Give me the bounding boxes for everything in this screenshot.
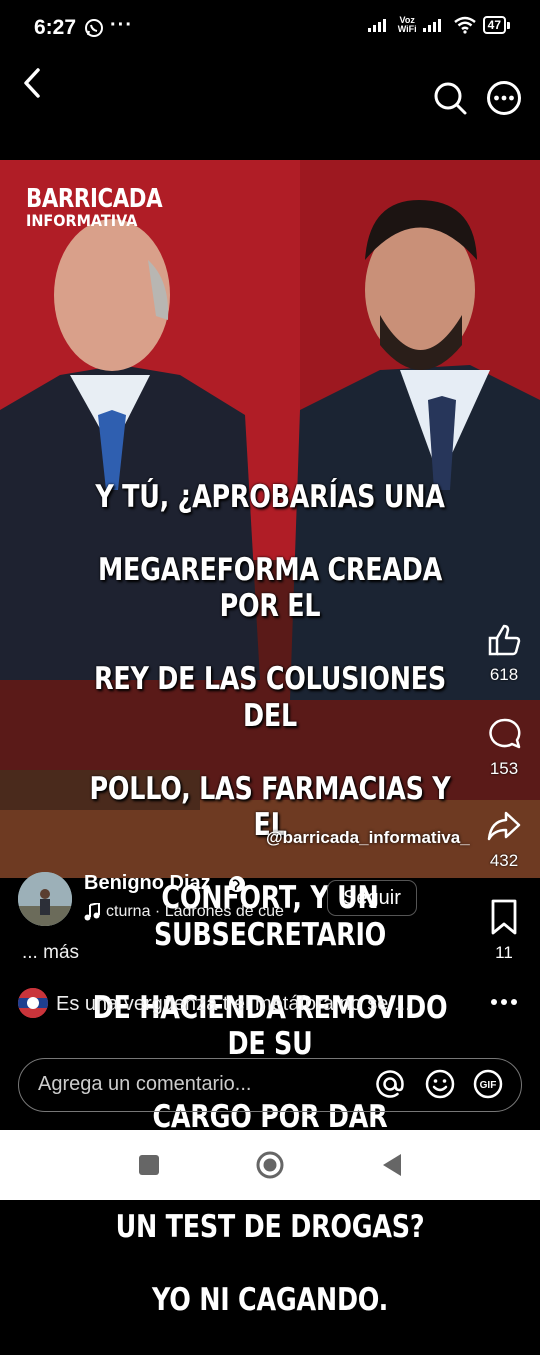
thumbs-up-icon xyxy=(488,624,521,656)
system-back-button[interactable] xyxy=(381,1152,403,1178)
voz-wifi-label: Voz WiFi xyxy=(397,15,417,34)
save-button[interactable]: 11 xyxy=(474,898,534,963)
more-notifications-icon: ··· xyxy=(110,14,133,36)
author-name[interactable]: Benigno Diaz xyxy=(84,872,211,895)
whatsapp-notification-icon xyxy=(85,19,103,37)
music-title: cturna · Ladrones de cue xyxy=(106,903,284,920)
more-options-button[interactable] xyxy=(486,80,522,116)
globe-icon xyxy=(229,876,245,892)
top-comment-text[interactable]: Es una vergüenza t el metáfora no se ... xyxy=(56,993,411,1016)
follow-button[interactable]: Seguir xyxy=(327,880,417,916)
signal-icon xyxy=(367,19,386,32)
comment-count: 153 xyxy=(489,759,519,778)
like-button[interactable]: 618 xyxy=(474,622,534,685)
like-count: 618 xyxy=(489,665,519,684)
recent-apps-button[interactable] xyxy=(139,1155,159,1175)
caption-more-link[interactable]: ... más xyxy=(22,942,79,964)
meme-line: YO NI CAGANDO. xyxy=(151,1281,389,1318)
meme-line: UN TEST DE DROGAS? xyxy=(115,1208,425,1245)
share-icon xyxy=(487,811,521,841)
wifi-icon xyxy=(453,16,476,34)
meme-line: Y TÚ, ¿APROBARÍAS UNA xyxy=(95,478,445,515)
svg-text:GIF: GIF xyxy=(480,1080,497,1091)
author-avatar[interactable] xyxy=(18,872,72,926)
comment-more-button[interactable] xyxy=(486,990,522,1014)
comment-icon xyxy=(489,718,521,749)
emoji-icon[interactable] xyxy=(424,1068,456,1100)
gif-icon[interactable]: GIF xyxy=(472,1068,504,1100)
search-button[interactable] xyxy=(432,80,468,116)
bookmark-icon xyxy=(491,899,517,935)
comment-button[interactable]: 153 xyxy=(474,716,534,779)
commenter-avatar[interactable] xyxy=(18,988,48,1018)
battery-icon: 47 xyxy=(482,16,510,34)
music-info[interactable]: cturna · Ladrones de cue xyxy=(84,903,284,921)
status-time: 6:27 xyxy=(34,16,77,39)
home-button[interactable] xyxy=(256,1151,284,1179)
mention-icon[interactable] xyxy=(374,1068,406,1100)
signal-icon-2 xyxy=(422,19,441,32)
meme-line: REY DE LAS COLUSIONES DEL xyxy=(94,661,446,734)
share-count: 432 xyxy=(489,851,519,870)
back-button[interactable] xyxy=(18,66,48,100)
watermark: @barricada_informativa_ xyxy=(266,828,470,847)
status-icons: Voz WiFi 47 xyxy=(367,15,510,34)
brand-logo: BARRICADA INFORMATIVA xyxy=(26,184,163,230)
comment-placeholder: Agrega un comentario... xyxy=(38,1073,252,1095)
share-button[interactable]: 432 xyxy=(474,808,534,871)
music-note-icon xyxy=(84,903,100,921)
save-count: 11 xyxy=(495,943,513,962)
meme-line: MEGAREFORMA CREADA POR EL xyxy=(97,551,443,625)
